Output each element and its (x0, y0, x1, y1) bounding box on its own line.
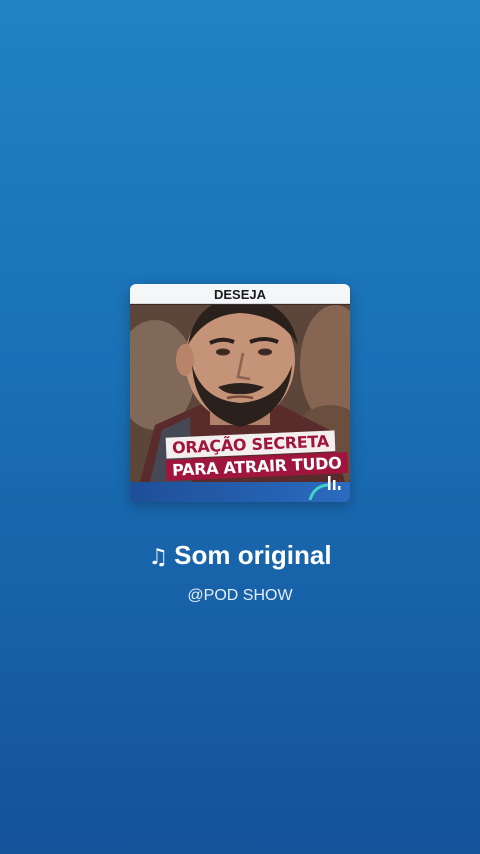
audio-wave-icon (308, 476, 341, 500)
sound-title: Som original (174, 540, 332, 570)
creator-handle[interactable]: @POD SHOW (0, 587, 480, 605)
album-cover[interactable]: DESEJA ORAÇÃO SECRETA PARA ATRAIR TUDO (130, 284, 350, 502)
cover-top-label: DESEJA (130, 284, 350, 304)
music-note-icon: ♫ (148, 545, 169, 570)
cover-photo: ORAÇÃO SECRETA PARA ATRAIR TUDO (130, 305, 350, 482)
sound-title-row[interactable]: ♫ Som original (0, 540, 480, 571)
